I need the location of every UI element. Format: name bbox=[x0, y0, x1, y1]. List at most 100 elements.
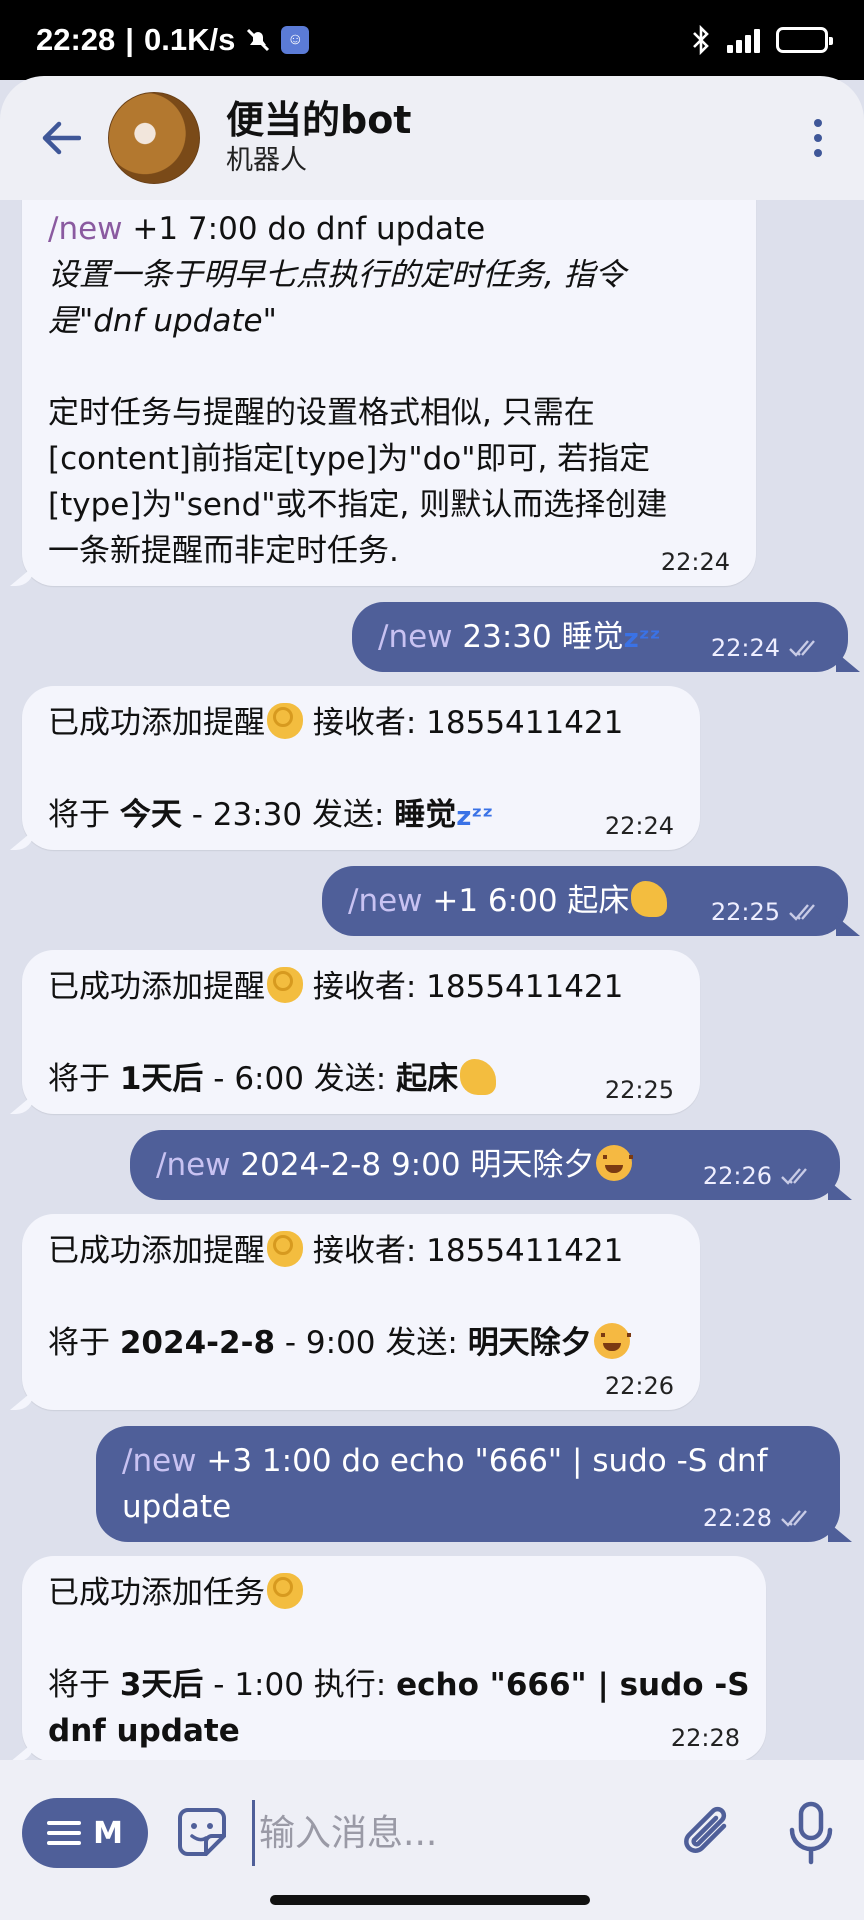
message-time: 22:26 bbox=[702, 1162, 772, 1190]
message-text: 已成功添加任务 bbox=[48, 1575, 265, 1611]
zzz-emoji-icon: zᶻᶻ bbox=[623, 624, 661, 654]
message-text: 1天后 bbox=[119, 1061, 204, 1097]
incoming-message[interactable]: /new +1 7:00 do dnf update 设置一条于明早七点执行的定… bbox=[22, 200, 756, 586]
grinning-squinting-emoji-icon bbox=[596, 1145, 634, 1181]
message-text: 今天 bbox=[119, 797, 182, 833]
message-text: +1 7:00 do dnf update bbox=[122, 211, 486, 247]
flexed-biceps-emoji-icon bbox=[460, 1059, 497, 1095]
message-text: 定时任务与提醒的设置格式相似, 只需在 bbox=[48, 395, 595, 431]
message-time: 22:24 bbox=[710, 634, 780, 662]
ok-hand-emoji-icon bbox=[267, 703, 303, 739]
message-text: 接收者: 1855411421 bbox=[303, 969, 624, 1005]
message-text: 睡觉 bbox=[394, 797, 457, 833]
double-check-icon bbox=[781, 1510, 807, 1527]
command-link[interactable]: /new bbox=[122, 1443, 197, 1479]
ok-hand-emoji-icon bbox=[267, 967, 303, 1003]
outgoing-message[interactable]: /new +3 1:00 do echo "666" | sudo -S dnf… bbox=[96, 1426, 840, 1542]
message-text: 2024-2-8 9:00 明天除夕 bbox=[230, 1147, 595, 1183]
app-notification-icon: ☺ bbox=[281, 26, 310, 54]
incoming-message[interactable]: 已成功添加提醒 接收者: 1855411421 将于 今天 - 23:30 发送… bbox=[22, 686, 700, 850]
chat-title: 便当的bot bbox=[226, 98, 412, 142]
ok-hand-emoji-icon bbox=[267, 1231, 303, 1267]
message-text: 明天除夕 bbox=[467, 1325, 592, 1361]
message-input[interactable] bbox=[252, 1800, 652, 1866]
message-list[interactable]: /new +1 7:00 do dnf update 设置一条于明早七点执行的定… bbox=[0, 200, 864, 1760]
outgoing-message[interactable]: /new +1 6:00 起床 22:25 bbox=[322, 866, 848, 936]
chat-subtitle: 机器人 bbox=[226, 145, 307, 176]
message-text: [type]为"send"或不指定, 则默认而选择创建 bbox=[48, 487, 668, 523]
message-text: 接收者: 1855411421 bbox=[303, 1233, 624, 1269]
command-link[interactable]: /new bbox=[156, 1147, 231, 1183]
bluetooth-icon bbox=[691, 25, 711, 55]
paperclip-icon bbox=[684, 1806, 727, 1853]
message-time: 22:25 bbox=[710, 898, 780, 926]
message-text: 一条新提醒而非定时任务. bbox=[48, 533, 399, 569]
message-time: 22:24 bbox=[604, 812, 674, 840]
message-text: [content]前指定[type]为"do"即可, 若指定 bbox=[48, 441, 651, 477]
incoming-message[interactable]: 已成功添加提醒 接收者: 1855411421 将于 2024-2-8 - 9:… bbox=[22, 1214, 700, 1410]
message-text: - 23:30 发送: bbox=[181, 797, 395, 833]
double-check-icon bbox=[789, 904, 815, 921]
home-indicator[interactable] bbox=[270, 1895, 590, 1905]
message-text: dnf update bbox=[48, 1713, 240, 1749]
bot-menu-button[interactable]: M bbox=[22, 1798, 148, 1868]
command-link[interactable]: /new bbox=[378, 619, 453, 655]
message-text: - 6:00 发送: bbox=[203, 1061, 397, 1097]
signal-icon bbox=[727, 27, 760, 53]
attach-button[interactable] bbox=[680, 1802, 738, 1864]
outgoing-message[interactable]: /new 2024-2-8 9:00 明天除夕 22:26 bbox=[130, 1130, 840, 1200]
sticker-icon bbox=[178, 1808, 226, 1856]
message-text: +1 6:00 起床 bbox=[422, 883, 630, 919]
message-text: 2024-2-8 bbox=[119, 1325, 276, 1361]
net-speed: 0.1K/s bbox=[143, 22, 236, 57]
outgoing-message[interactable]: /new 23:30 睡觉zᶻᶻ 22:24 bbox=[352, 602, 848, 672]
command-link[interactable]: /new bbox=[48, 211, 123, 247]
double-check-icon bbox=[781, 1168, 807, 1185]
message-time: 22:26 bbox=[604, 1372, 674, 1400]
ok-hand-emoji-icon bbox=[267, 1573, 303, 1609]
sticker-button[interactable] bbox=[174, 1804, 230, 1860]
battery-icon bbox=[776, 27, 833, 53]
message-text: 将于 bbox=[48, 1325, 120, 1361]
menu-icon bbox=[47, 1821, 82, 1845]
back-arrow-icon bbox=[42, 121, 81, 155]
message-text: 设置一条于明早七点执行的定时任务, 指令 bbox=[48, 257, 626, 293]
message-text: 将于 bbox=[48, 1061, 120, 1097]
grinning-squinting-emoji-icon bbox=[593, 1323, 631, 1359]
back-button[interactable] bbox=[26, 103, 96, 173]
message-text: +3 1:00 do echo "666" | sudo -S dnf bbox=[196, 1443, 768, 1479]
message-text: 起床 bbox=[396, 1061, 459, 1097]
message-text: 是"dnf update" bbox=[48, 303, 277, 339]
message-time: 22:24 bbox=[660, 548, 730, 576]
microphone-icon bbox=[789, 1801, 833, 1865]
command-link[interactable]: /new bbox=[348, 883, 423, 919]
menu-button-label: M bbox=[93, 1815, 123, 1851]
incoming-message[interactable]: 已成功添加提醒 接收者: 1855411421 将于 1天后 - 6:00 发送… bbox=[22, 950, 700, 1114]
message-text: 23:30 睡觉 bbox=[452, 619, 624, 655]
message-text: 已成功添加提醒 bbox=[48, 705, 265, 741]
status-bar: 22:28 | 0.1K/s ☺ bbox=[0, 0, 864, 80]
avatar[interactable] bbox=[108, 92, 200, 184]
message-time: 22:28 bbox=[702, 1504, 772, 1532]
status-time: 22:28 bbox=[36, 22, 116, 57]
message-text: - 1:00 执行: bbox=[203, 1667, 397, 1703]
voice-record-button[interactable] bbox=[786, 1800, 836, 1866]
message-text: 已成功添加提醒 bbox=[48, 1233, 265, 1269]
double-check-icon bbox=[789, 640, 815, 657]
mute-icon bbox=[245, 27, 271, 53]
message-text: 接收者: 1855411421 bbox=[303, 705, 624, 741]
zzz-emoji-icon: zᶻᶻ bbox=[456, 802, 494, 832]
status-separator: | bbox=[125, 22, 134, 57]
message-text: 3天后 bbox=[119, 1667, 204, 1703]
message-text: - 9:00 发送: bbox=[275, 1325, 468, 1361]
flexed-biceps-emoji-icon bbox=[631, 881, 668, 917]
incoming-message[interactable]: 已成功添加任务 将于 3天后 - 1:00 执行: echo "666" | s… bbox=[22, 1556, 766, 1760]
message-time: 22:25 bbox=[604, 1076, 674, 1104]
message-text: 将于 bbox=[48, 797, 120, 833]
more-options-button[interactable] bbox=[814, 119, 822, 157]
message-text: 已成功添加提醒 bbox=[48, 969, 265, 1005]
message-time: 22:28 bbox=[670, 1724, 740, 1752]
chat-header: 便当的bot 机器人 bbox=[0, 76, 864, 200]
message-text: 将于 bbox=[48, 1667, 120, 1703]
more-dots-icon bbox=[814, 119, 822, 127]
